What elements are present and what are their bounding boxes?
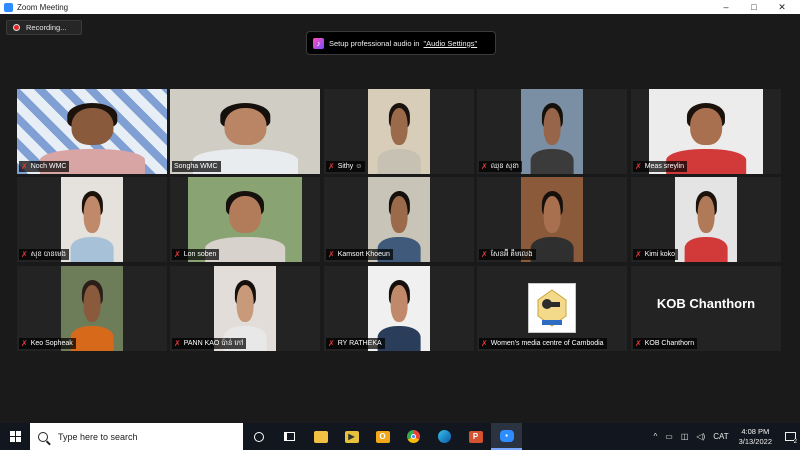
participant-nameplate: ✗ KOB Chanthorn	[633, 338, 698, 349]
participant-video	[521, 89, 583, 174]
minimize-button[interactable]: –	[712, 0, 740, 14]
search-input[interactable]	[58, 431, 228, 442]
system-tray: ^ ▭ ◫ ◁) CAT 4:08 PM 3/13/2022 2	[650, 423, 800, 450]
search-icon	[38, 431, 48, 442]
participant-nameplate: ✗ សុខ បានមេង	[19, 249, 69, 260]
muted-mic-icon: ✗	[21, 249, 28, 259]
participant-video	[61, 177, 123, 262]
task-view-icon[interactable]	[274, 423, 305, 450]
notification-center-icon[interactable]: 2	[780, 423, 800, 450]
participant-video	[675, 177, 737, 262]
muted-mic-icon: ✗	[481, 249, 488, 259]
organization-logo	[528, 283, 576, 333]
edge-icon[interactable]	[429, 423, 460, 450]
participant-video	[368, 89, 430, 174]
zoom-app-icon	[4, 2, 13, 12]
audio-settings-link[interactable]: "Audio Settings"	[423, 39, 477, 48]
close-button[interactable]: ✕	[768, 0, 796, 14]
participant-nameplate: ✗ Keo Sopheak	[19, 338, 76, 349]
participant-tile[interactable]: KOB Chanthorn ✗ KOB Chanthorn	[631, 266, 781, 351]
clock[interactable]: 4:08 PM 3/13/2022	[739, 427, 772, 447]
title-bar: Zoom Meeting – □ ✕	[0, 0, 800, 14]
participant-nameplate: ✗ Kimi koko	[633, 249, 679, 260]
record-icon	[13, 24, 20, 31]
participant-tile[interactable]: ✗ Sithy ☺	[324, 89, 474, 174]
participant-tile[interactable]: ✗ Women's media centre of Cambodia	[477, 266, 627, 351]
participant-tile[interactable]: ✗ Meas sreylin	[631, 89, 781, 174]
windows-logo-icon	[9, 431, 21, 442]
media-player-icon[interactable]: ▶	[336, 423, 367, 450]
music-note-icon: ♪	[313, 37, 324, 49]
volume-icon[interactable]: ◁)	[696, 432, 705, 441]
meeting-top-area: Recording... ♪ Setup professional audio …	[0, 14, 800, 84]
participant-nameplate: ✗ ឈុន សុខា	[479, 161, 522, 172]
muted-mic-icon: ✗	[635, 161, 642, 171]
input-language[interactable]: CAT	[713, 432, 728, 441]
zoom-icon[interactable]: ▪	[491, 423, 522, 450]
muted-mic-icon: ✗	[328, 161, 335, 171]
windows-taskbar: ▶ O P ▪ ^ ▭ ◫ ◁) CAT 4:08 PM 3/13/2022 2	[0, 423, 800, 450]
muted-mic-icon: ✗	[481, 338, 488, 348]
recording-label: Recording...	[26, 23, 67, 32]
participant-nameplate: ✗ PANN KAO ប៉ាន់ កៅ	[172, 338, 247, 349]
participant-nameplate: Songha WMC	[172, 161, 221, 172]
audio-banner-text: Setup professional audio in	[329, 38, 420, 48]
muted-mic-icon: ✗	[21, 161, 28, 171]
outlook-icon[interactable]: O	[367, 423, 398, 450]
participant-tile[interactable]: ✗ សុខ បានមេង	[17, 177, 167, 262]
participant-nameplate: ✗ សែនអ៊ី គឹមលេង	[479, 249, 536, 260]
audio-settings-banner: ♪ Setup professional audio in "Audio Set…	[306, 31, 496, 55]
participant-tile[interactable]: ✗ Kimi koko	[631, 177, 781, 262]
muted-mic-icon: ✗	[481, 161, 488, 171]
participant-tile[interactable]: ✗ Noch WMC	[17, 89, 167, 174]
participant-tile[interactable]: ✗ ឈុន សុខា	[477, 89, 627, 174]
notification-count: 2	[793, 439, 797, 445]
participant-tile[interactable]: ✗ Kamsort Khoeun	[324, 177, 474, 262]
participant-nameplate: ✗ Meas sreylin	[633, 161, 687, 172]
participant-nameplate: ✗ Kamsort Khoeun	[326, 249, 393, 260]
participant-tile[interactable]: ✗ Lon soben	[170, 177, 320, 262]
start-button[interactable]	[0, 423, 30, 450]
participant-nameplate: ✗ Lon soben	[172, 249, 220, 260]
muted-mic-icon: ✗	[328, 338, 335, 348]
clock-time: 4:08 PM	[741, 426, 770, 436]
participant-tile[interactable]: ✗ Keo Sopheak	[17, 266, 167, 351]
file-explorer-icon[interactable]	[305, 423, 336, 450]
powerpoint-icon[interactable]: P	[460, 423, 491, 450]
network-icon[interactable]: ◫	[681, 432, 689, 441]
participant-tile[interactable]: ✗ PANN KAO ប៉ាន់ កៅ	[170, 266, 320, 351]
participant-tile-active-speaker[interactable]: Songha WMC	[170, 89, 320, 174]
recording-indicator[interactable]: Recording...	[6, 20, 82, 35]
muted-mic-icon: ✗	[635, 249, 642, 259]
participant-display-name: KOB Chanthorn	[656, 296, 756, 311]
participant-tile[interactable]: ✗ សែនអ៊ី គឹមលេង	[477, 177, 627, 262]
muted-mic-icon: ✗	[21, 338, 28, 348]
window-title: Zoom Meeting	[17, 2, 69, 12]
muted-mic-icon: ✗	[328, 249, 335, 259]
muted-mic-icon: ✗	[174, 249, 181, 259]
chrome-icon[interactable]	[398, 423, 429, 450]
participant-tile[interactable]: ✗ RY RATHEKA	[324, 266, 474, 351]
maximize-button[interactable]: □	[740, 0, 768, 14]
muted-mic-icon: ✗	[174, 338, 181, 348]
muted-mic-icon: ✗	[635, 338, 642, 348]
participant-nameplate: ✗ RY RATHEKA	[326, 338, 385, 349]
taskbar-search[interactable]	[30, 423, 243, 450]
cortana-icon[interactable]	[243, 423, 274, 450]
participant-nameplate: ✗ Noch WMC	[19, 161, 70, 172]
participant-nameplate: ✗ Women's media centre of Cambodia	[479, 338, 607, 349]
participant-nameplate: ✗ Sithy ☺	[326, 161, 366, 172]
gallery-grid: ✗ Noch WMC Songha WMC ✗ Sithy ☺ ✗ ឈុន សុខា …	[17, 89, 783, 351]
battery-icon[interactable]: ▭	[665, 432, 673, 441]
clock-date: 3/13/2022	[738, 436, 772, 446]
chevron-up-icon[interactable]: ^	[654, 432, 658, 441]
